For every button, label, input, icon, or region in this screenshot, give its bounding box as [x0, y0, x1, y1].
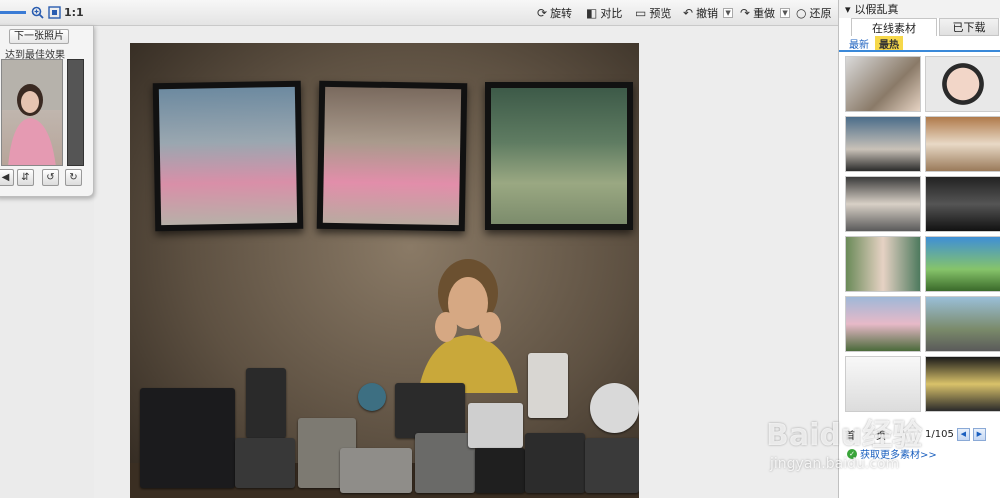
- material-thumbnail[interactable]: [845, 56, 921, 112]
- editing-canvas[interactable]: [94, 26, 838, 498]
- vintage-camera: [475, 448, 525, 493]
- rotate-left-icon[interactable]: ↺: [42, 169, 59, 186]
- vintage-camera: [246, 368, 286, 438]
- photo-thumbnail: [1, 59, 63, 166]
- rotate-right-icon[interactable]: ↻: [65, 169, 82, 186]
- material-thumbnail[interactable]: [925, 116, 1000, 172]
- prev-page-icon[interactable]: ◀: [956, 427, 970, 441]
- thumbnail-scroll-bar[interactable]: [67, 59, 84, 166]
- pagination: 首 页 1/105 ◀ ▶: [839, 425, 1000, 443]
- material-thumbnail[interactable]: [845, 296, 921, 352]
- preview-icon: ▭: [635, 6, 647, 20]
- material-thumbnail[interactable]: [845, 236, 921, 292]
- fit-to-window-icon[interactable]: [47, 5, 61, 19]
- panel-header[interactable]: ▾ 以假乱真: [839, 0, 1000, 18]
- panel-title: 以假乱真: [854, 3, 899, 16]
- next-page-icon[interactable]: ▶: [972, 427, 986, 441]
- subtab-newest[interactable]: 最新: [845, 36, 873, 51]
- page-info: 1/105: [925, 428, 954, 440]
- vintage-camera: [340, 448, 412, 493]
- prev-arrow-icon[interactable]: ◀: [0, 169, 14, 186]
- page-link[interactable]: 页: [876, 427, 886, 442]
- zoom-ratio-button[interactable]: 1:1: [64, 6, 84, 19]
- first-page-link[interactable]: 首: [845, 427, 855, 442]
- material-thumbnail[interactable]: [925, 56, 1000, 112]
- more-materials-link[interactable]: ✓ 获取更多素材>>: [847, 446, 937, 461]
- preview-button[interactable]: ▭ 预览: [635, 4, 671, 22]
- zoom-slider[interactable]: [0, 11, 26, 14]
- material-thumbnail[interactable]: [925, 296, 1000, 352]
- wall-frame-middle: [316, 80, 468, 232]
- edited-photo[interactable]: [130, 43, 639, 498]
- sort-subtabs: 最新 最热: [839, 36, 1000, 52]
- undo-icon: ↶: [683, 6, 694, 20]
- polaroid-camera: [140, 388, 235, 488]
- material-thumbnail[interactable]: [845, 176, 921, 232]
- check-circle-icon: ✓: [847, 448, 857, 459]
- tab-online-materials[interactable]: 在线素材: [851, 18, 937, 36]
- material-panel: ▾ 以假乱真 在线素材 已下载 最新 最热 首 页 1/105 ◀ ▶ ✓ 获取…: [838, 0, 1000, 498]
- flash-reflector: [358, 383, 386, 411]
- compare-icon: ◧: [586, 6, 598, 20]
- compare-label: 对比: [600, 7, 623, 20]
- left-tool-panel: 下一张照片 达到最佳效果 ◀ ⇵ ↺ ↻: [0, 25, 94, 197]
- restore-label: 还原: [809, 7, 832, 20]
- panel-tabs: 在线素材 已下载: [839, 18, 1000, 36]
- material-thumbnail[interactable]: [925, 176, 1000, 232]
- undo-label: 撤销: [696, 7, 719, 20]
- rotate-button[interactable]: ⟳ 旋转: [537, 4, 572, 22]
- material-thumbnail[interactable]: [925, 356, 1000, 412]
- next-photo-button[interactable]: 下一张照片: [9, 29, 69, 44]
- collapse-arrow-icon[interactable]: ▾: [845, 3, 851, 16]
- wall-frame-right: [485, 82, 633, 230]
- vintage-camera: [525, 433, 585, 493]
- vintage-camera: [395, 383, 465, 438]
- undo-dropdown-icon[interactable]: ▼: [723, 8, 734, 18]
- flash-reflector: [590, 383, 639, 433]
- flip-icon[interactable]: ⇵: [17, 169, 34, 186]
- material-thumbnail[interactable]: [845, 356, 921, 412]
- undo-button[interactable]: ↶ 撤销 ▼: [683, 4, 734, 22]
- tab-downloaded[interactable]: 已下载: [939, 18, 999, 36]
- restore-icon: ○: [796, 6, 807, 20]
- restore-button[interactable]: ○ 还原: [796, 4, 831, 22]
- zoom-in-icon[interactable]: [30, 5, 44, 19]
- redo-button[interactable]: ↷ 重做 ▼: [740, 4, 791, 22]
- vintage-camera: [468, 403, 523, 448]
- material-thumbnail[interactable]: [845, 116, 921, 172]
- redo-dropdown-icon[interactable]: ▼: [780, 8, 791, 18]
- redo-label: 重做: [753, 7, 776, 20]
- top-toolbar: 1:1 ⟳ 旋转 ◧ 对比 ▭ 预览 ↶ 撤销 ▼ ↷ 重做 ▼ ○ 还原: [0, 0, 838, 26]
- more-materials-label: 获取更多素材>>: [860, 450, 937, 461]
- rotate-icon: ⟳: [537, 6, 548, 20]
- wall-frame-left: [152, 80, 304, 232]
- vintage-camera: [585, 438, 639, 493]
- rotate-label: 旋转: [550, 7, 573, 20]
- man-figure: [418, 259, 518, 393]
- material-thumbnail[interactable]: [925, 236, 1000, 292]
- vintage-camera: [415, 433, 475, 493]
- compare-button[interactable]: ◧ 对比: [586, 4, 622, 22]
- vintage-camera: [235, 438, 295, 488]
- subtab-hottest[interactable]: 最热: [875, 36, 903, 51]
- vintage-camera: [528, 353, 568, 418]
- preview-label: 预览: [649, 7, 672, 20]
- redo-icon: ↷: [740, 6, 751, 20]
